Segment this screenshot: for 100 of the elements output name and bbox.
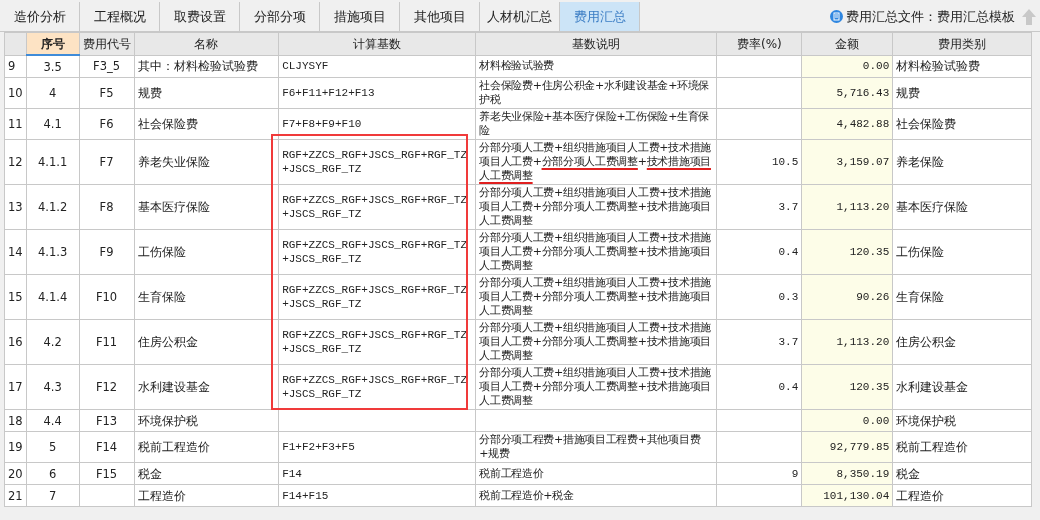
row-number: 11 bbox=[4, 108, 27, 140]
table-cell: F14 bbox=[79, 431, 135, 463]
column-header[interactable]: 名称 bbox=[134, 32, 279, 55]
table-cell: F3_5 bbox=[79, 55, 135, 78]
table-cell: RGF+ZZCS_RGF+JSCS_RGF+RGF_TZ +JSCS_RGF_TZ bbox=[278, 229, 476, 275]
row-number: 21 bbox=[4, 484, 27, 507]
table-cell: 0.3 bbox=[716, 274, 802, 320]
row-number: 19 bbox=[4, 431, 27, 463]
table-cell: 1,113.20 bbox=[801, 319, 893, 365]
row-number: 10 bbox=[4, 77, 27, 109]
up-arrow-icon[interactable] bbox=[1022, 8, 1036, 25]
table-cell: 4.1.4 bbox=[26, 274, 80, 320]
table-cell: 4,482.88 bbox=[801, 108, 893, 140]
table-cell: F14 bbox=[278, 462, 476, 485]
table-cell: 工程造价 bbox=[134, 484, 279, 507]
table-cell: F7 bbox=[79, 139, 135, 185]
table-cell: F6+F11+F12+F13 bbox=[278, 77, 476, 109]
table-cell: 0.4 bbox=[716, 229, 802, 275]
table-cell: 6 bbox=[26, 462, 80, 485]
table-cell: 规费 bbox=[892, 77, 1032, 109]
table-cell: 社会保险费 bbox=[134, 108, 279, 140]
table-cell: 税金 bbox=[134, 462, 279, 485]
column-header[interactable]: 基数说明 bbox=[475, 32, 717, 55]
table-cell: F1+F2+F3+F5 bbox=[278, 431, 476, 463]
table-cell: 生育保险 bbox=[134, 274, 279, 320]
column-header[interactable]: 费用类别 bbox=[892, 32, 1032, 55]
table-cell: F6 bbox=[79, 108, 135, 140]
table-cell: 养老失业保险 bbox=[134, 139, 279, 185]
table-cell: 5,716.43 bbox=[801, 77, 893, 109]
table-cell: 税前工程造价 bbox=[134, 431, 279, 463]
column-header[interactable]: 费率(%) bbox=[716, 32, 802, 55]
table-cell: 税前工程造价 bbox=[892, 431, 1032, 463]
table-cell: 分部分项人工费+组织措施项目人工费+技术措施项目人工费+分部分项人工费调整+技术措施项目人工费调整 bbox=[475, 274, 717, 320]
table-cell: 税前工程造价+税金 bbox=[475, 484, 717, 507]
table-cell: F15 bbox=[79, 462, 135, 485]
table-cell: 工程造价 bbox=[892, 484, 1032, 507]
table-cell: 水利建设基金 bbox=[134, 364, 279, 410]
row-number: 16 bbox=[4, 319, 27, 365]
row-number: 9 bbox=[4, 55, 27, 78]
table-cell: 4.1.3 bbox=[26, 229, 80, 275]
table-cell: 基本医疗保险 bbox=[134, 184, 279, 230]
table-cell: F13 bbox=[79, 409, 135, 432]
column-header[interactable]: 费用代号 bbox=[79, 32, 135, 55]
table-cell: 3,159.07 bbox=[801, 139, 893, 185]
table-cell: 3.7 bbox=[716, 184, 802, 230]
table-cell: 分部分项工程费+措施项目工程费+其他项目费+规费 bbox=[475, 431, 717, 463]
table-cell: 7 bbox=[26, 484, 80, 507]
table-cell: 90.26 bbox=[801, 274, 893, 320]
row-number: 12 bbox=[4, 139, 27, 185]
column-header[interactable]: 金额 bbox=[801, 32, 893, 55]
row-number: 13 bbox=[4, 184, 27, 230]
table-cell: 4.3 bbox=[26, 364, 80, 410]
document-icon bbox=[830, 10, 843, 23]
row-number: 15 bbox=[4, 274, 27, 320]
table-cell: 120.35 bbox=[801, 229, 893, 275]
table-cell: RGF+ZZCS_RGF+JSCS_RGF+RGF_TZ +JSCS_RGF_TZ bbox=[278, 274, 476, 320]
table-cell: RGF+ZZCS_RGF+JSCS_RGF+RGF_TZ +JSCS_RGF_TZ bbox=[278, 319, 476, 365]
table-cell: RGF+ZZCS_RGF+JSCS_RGF+RGF_TZ +JSCS_RGF_TZ bbox=[278, 184, 476, 230]
table-cell: 社会保险费 bbox=[892, 108, 1032, 140]
table-cell: 其中：材料检验试验费 bbox=[134, 55, 279, 78]
table-cell: 分部分项人工费+组织措施项目人工费+技术措施项目人工费+分部分项人工费调整+技术措施项目人工费调整 bbox=[475, 364, 717, 410]
table-cell: 10.5 bbox=[716, 139, 802, 185]
table-cell: 分部分项人工费+组织措施项目人工费+技术措施项目人工费+分部分项人工费调整+技术措施项目人工费调整 bbox=[475, 139, 717, 185]
file-label: 费用汇总文件：费用汇总模板 bbox=[846, 7, 1015, 26]
table-cell: 基本医疗保险 bbox=[892, 184, 1032, 230]
table-cell: 1,113.20 bbox=[801, 184, 893, 230]
table-cell: 材料检验试验费 bbox=[892, 55, 1032, 78]
table-cell: 养老失业保险+基本医疗保险+工伤保险+生育保险 bbox=[475, 108, 717, 140]
table-cell: F12 bbox=[79, 364, 135, 410]
table-cell: 120.35 bbox=[801, 364, 893, 410]
table-cell: 材料检验试验费 bbox=[475, 55, 717, 78]
column-header[interactable]: 序号 bbox=[26, 32, 80, 55]
row-number: 20 bbox=[4, 462, 27, 485]
table-cell: 0.4 bbox=[716, 364, 802, 410]
table-cell: 环境保护税 bbox=[134, 409, 279, 432]
row-number: 17 bbox=[4, 364, 27, 410]
table-cell: 住房公积金 bbox=[134, 319, 279, 365]
table-cell: 4.1 bbox=[26, 108, 80, 140]
table-cell: 分部分项人工费+组织措施项目人工费+技术措施项目人工费+分部分项人工费调整+技术措施项目人工费调整 bbox=[475, 319, 717, 365]
table-cell: F10 bbox=[79, 274, 135, 320]
table-cell: 工伤保险 bbox=[134, 229, 279, 275]
table-cell: 4.1.1 bbox=[26, 139, 80, 185]
table-cell: 9 bbox=[716, 462, 802, 485]
table-cell: F8 bbox=[79, 184, 135, 230]
table-cell: 规费 bbox=[134, 77, 279, 109]
row-number: 14 bbox=[4, 229, 27, 275]
table-cell: F7+F8+F9+F10 bbox=[278, 108, 476, 140]
table-cell: 养老保险 bbox=[892, 139, 1032, 185]
column-header[interactable]: 计算基数 bbox=[278, 32, 476, 55]
table-cell: CLJYSYF bbox=[278, 55, 476, 78]
table-cell: 水利建设基金 bbox=[892, 364, 1032, 410]
table-cell: 工伤保险 bbox=[892, 229, 1032, 275]
table-cell: 分部分项人工费+组织措施项目人工费+技术措施项目人工费+分部分项人工费调整+技术措施项目人工费调整 bbox=[475, 184, 717, 230]
table-cell: 3.7 bbox=[716, 319, 802, 365]
table-cell: F14+F15 bbox=[278, 484, 476, 507]
table-cell: 环境保护税 bbox=[892, 409, 1032, 432]
table-cell: 生育保险 bbox=[892, 274, 1032, 320]
table-cell: 住房公积金 bbox=[892, 319, 1032, 365]
table-cell: 3.5 bbox=[26, 55, 80, 78]
table-cell: 税金 bbox=[892, 462, 1032, 485]
